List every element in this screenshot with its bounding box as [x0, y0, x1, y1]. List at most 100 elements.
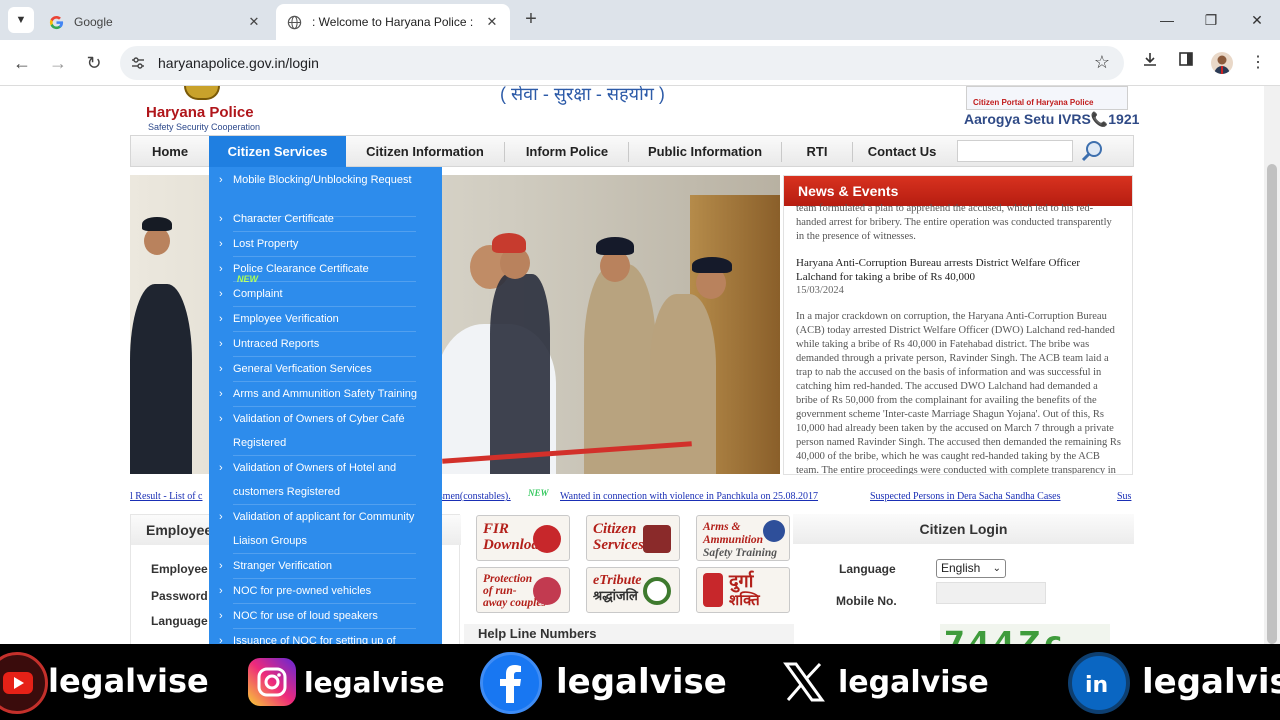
- chevron-right-icon: ›: [219, 288, 223, 300]
- chevron-right-icon: ›: [219, 174, 223, 186]
- new-tab-icon[interactable]: +: [520, 9, 542, 31]
- dropdown-item-stranger-verification[interactable]: › Stranger Verification: [219, 554, 438, 578]
- close-icon[interactable]: ✕: [484, 14, 500, 30]
- download-icon[interactable]: [1138, 51, 1162, 75]
- tile-durga-shakti[interactable]: दुर्गा शक्ति: [696, 567, 790, 613]
- minimize-icon[interactable]: —: [1152, 8, 1182, 32]
- chevron-down-icon: ⌄: [992, 563, 1001, 574]
- citizen-login-panel: Citizen Login Language English ⌄ Mobile …: [793, 514, 1134, 644]
- password-label: Password: [151, 589, 208, 603]
- chevron-right-icon: ›: [219, 363, 223, 375]
- couple-icon: [533, 577, 561, 605]
- browser-tab-google[interactable]: Google ✕: [38, 4, 272, 40]
- menu-citizen-services[interactable]: Citizen Services: [209, 136, 346, 167]
- browser-tab-strip: ▼ Google ✕ : Welcome to Haryana Police :…: [0, 0, 1280, 40]
- address-bar[interactable]: haryanapolice.gov.in/login ☆: [120, 46, 1124, 80]
- news-item-title[interactable]: Haryana Anti-Corruption Bureau arrests D…: [796, 256, 1122, 284]
- news-item-date: 15/03/2024: [796, 285, 844, 296]
- google-logo-icon: [48, 14, 64, 30]
- facebook-icon: [480, 652, 542, 714]
- menu-rti[interactable]: RTI: [782, 136, 852, 167]
- reload-icon[interactable]: ↻: [82, 51, 106, 75]
- instagram-icon: [248, 658, 296, 706]
- url-text: haryanapolice.gov.in/login: [158, 55, 319, 71]
- menu-inform-police[interactable]: Inform Police: [505, 136, 629, 167]
- search-icon[interactable]: [1079, 138, 1107, 164]
- captcha-image: 744Zc: [940, 624, 1110, 644]
- site-search-input[interactable]: [957, 140, 1073, 162]
- ticker-link[interactable]: Suspected Persons in Dera Sacha Sandha C…: [870, 491, 1061, 502]
- ticker-link[interactable]: l Result - List of c: [130, 491, 203, 502]
- chevron-right-icon: ›: [219, 635, 223, 644]
- dropdown-item-untraced-reports[interactable]: › Untraced Reports: [219, 332, 438, 356]
- kebab-menu-icon[interactable]: ⋮: [1246, 51, 1270, 75]
- dropdown-item-police-clearance[interactable]: › Police Clearance Certificate: [219, 257, 438, 281]
- dropdown-item-noc-setting-up[interactable]: › Issuance of NOC for setting up of: [219, 629, 438, 644]
- chevron-right-icon: ›: [219, 313, 223, 325]
- dropdown-item-hotel-validation[interactable]: › Validation of Owners of Hotel and custom…: [219, 456, 438, 504]
- dropdown-item-cyber-cafe-validation[interactable]: › Validation of Owners of Cyber Café Regis…: [219, 407, 438, 455]
- language-select[interactable]: English ⌄: [936, 559, 1006, 578]
- tile-citizen-services[interactable]: Citizen Services: [586, 515, 680, 561]
- window-close-icon[interactable]: ✕: [1242, 8, 1272, 32]
- close-icon[interactable]: ✕: [246, 14, 262, 30]
- citizen-services-icon: [643, 525, 671, 553]
- menu-citizen-information[interactable]: Citizen Information: [346, 136, 504, 167]
- news-scroll-area[interactable]: team formulated a plan to apprehend the …: [796, 202, 1122, 474]
- ticker-link[interactable]: Wanted in connection with violence in Pa…: [560, 491, 818, 502]
- phone-icon: [703, 573, 723, 607]
- chevron-right-icon: ›: [219, 338, 223, 350]
- police-emblem-icon: [184, 86, 220, 100]
- linkedin-icon: in: [1068, 652, 1130, 714]
- ticker-link[interactable]: tsmen(constables).: [436, 491, 511, 502]
- back-arrow-icon[interactable]: ←: [10, 51, 34, 75]
- mobile-number-input[interactable]: [936, 582, 1046, 604]
- forward-arrow-icon[interactable]: →: [46, 51, 70, 75]
- chevron-right-icon: ›: [219, 462, 223, 474]
- x-twitter-icon: [780, 658, 828, 706]
- dropdown-item-noc-loud-speakers[interactable]: › NOC for use of loud speakers: [219, 604, 438, 628]
- news-events-panel: News & Events team formulated a plan to …: [783, 175, 1133, 475]
- dropdown-item-general-verification[interactable]: › General Verfication Services: [219, 357, 438, 381]
- main-menu: Home Citizen Services Citizen Informatio…: [130, 135, 1134, 167]
- tile-etribute[interactable]: eTribute श्रद्धांजलि: [586, 567, 680, 613]
- chevron-right-icon: ›: [219, 238, 223, 250]
- dropdown-item-noc-vehicles[interactable]: › NOC for pre-owned vehicles: [219, 579, 438, 603]
- tile-protection-runaway-couples[interactable]: Protection of run-away couples: [476, 567, 570, 613]
- ticker-link[interactable]: Sus: [1117, 491, 1131, 502]
- logo-title: Haryana Police: [146, 104, 254, 121]
- profile-avatar[interactable]: [1211, 52, 1233, 74]
- instagram-handle: legalvise: [304, 666, 445, 699]
- language-value: English: [941, 561, 981, 575]
- globe-icon: [286, 14, 302, 30]
- dropdown-item-lost-property[interactable]: › Lost Property: [219, 232, 438, 256]
- citizen-login-heading: Citizen Login: [793, 514, 1134, 544]
- tile-arms-ammunition-training[interactable]: Arms & Ammunition Safety Training: [696, 515, 790, 561]
- dropdown-item-mobile-blocking[interactable]: › Mobile Blocking/Unblocking Request: [219, 168, 438, 192]
- ticker-new-badge: NEW: [528, 488, 549, 498]
- tile-fir-download[interactable]: FIR Download: [476, 515, 570, 561]
- restore-icon[interactable]: ❐: [1196, 8, 1226, 32]
- facebook-handle: legalvise: [556, 662, 727, 702]
- site-info-icon[interactable]: [130, 55, 146, 71]
- dropdown-item-employee-verification[interactable]: › Employee Verification: [219, 307, 438, 331]
- bookmark-star-icon[interactable]: ☆: [1094, 52, 1110, 73]
- dropdown-item-arms-training[interactable]: › Arms and Ammunition Safety Training: [219, 382, 438, 406]
- page-scrollbar[interactable]: [1264, 86, 1280, 644]
- dropdown-item-complaint[interactable]: › Complaint: [219, 282, 438, 306]
- menu-home[interactable]: Home: [131, 136, 209, 167]
- captcha-text: 744Zc: [944, 626, 1067, 644]
- logo-tagline: Safety Security Cooperation: [148, 122, 261, 132]
- menu-contact-us[interactable]: Contact Us: [853, 136, 951, 167]
- browser-tab-haryana-police[interactable]: : Welcome to Haryana Police : ✕: [276, 4, 510, 40]
- dropdown-item-community-liaison[interactable]: › Validation of applicant for Community Li…: [219, 505, 438, 553]
- service-tiles: FIR Download Citizen Services Arms & Ammuni…: [474, 515, 794, 615]
- side-panel-icon[interactable]: [1174, 51, 1198, 75]
- dropdown-item-character-certificate[interactable]: › Character Certificate: [219, 207, 438, 231]
- scrollbar-thumb[interactable]: [1267, 164, 1277, 644]
- chevron-right-icon: ›: [219, 213, 223, 225]
- site-logo[interactable]: Haryana Police Safety Security Cooperati…: [146, 86, 261, 134]
- chevron-down-icon: ▼: [15, 14, 27, 26]
- tab-search-button[interactable]: ▼: [8, 7, 34, 33]
- menu-public-information[interactable]: Public Information: [629, 136, 781, 167]
